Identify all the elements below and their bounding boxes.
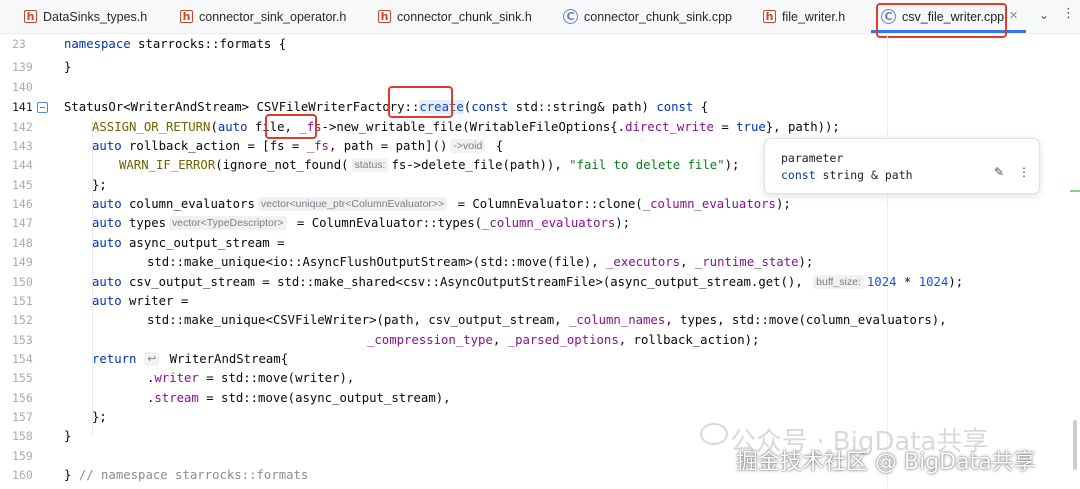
line-number: 157 [12,410,33,424]
code-line-155: .writer = std::move(writer), [147,371,355,385]
line-number: 151 [12,294,33,308]
code-line-143: auto rollback_action = [fs = _fs, path =… [92,139,504,153]
inlay-hint: ↩ [144,352,160,366]
code-line-153: _compression_type, _parsed_options, roll… [367,333,760,347]
code-line-145: }; [92,178,107,192]
code-line-146: auto column_evaluators vector<unique_ptr<… [92,197,791,211]
tab-connector-chunk-sink-cpp[interactable]: C connector_chunk_sink.cpp [563,0,732,33]
line-number: 149 [12,255,33,269]
header-file-icon: h [763,10,776,23]
code-line-157: }; [92,410,107,424]
code-line-151: auto writer = [92,294,189,308]
line-number: 139 [12,60,33,74]
code-line-142: ASSIGN_OR_RETURN(auto file, _fs->new_wri… [92,120,840,134]
popup-title: parameter [781,151,844,165]
tab-datasinks-types-h[interactable]: h DataSinks_types.h [24,0,147,33]
line-number: 147 [12,216,33,230]
more-vertical-icon[interactable]: ⋮ [1062,6,1075,21]
code-line-148: auto async_output_stream = [92,236,285,250]
tab-label: file_writer.h [782,9,846,24]
implementation-gutter-icon[interactable] [37,102,48,113]
code-line-147: auto types vector<TypeDescriptor> = Colum… [92,216,631,230]
line-number: 148 [12,236,33,250]
line-number: 153 [12,333,33,347]
code-line-152: std::make_unique<CSVFileWriter>(path, cs… [147,313,947,327]
inlay-hint: buff_size: [813,275,864,289]
tab-label: connector_chunk_sink.cpp [584,9,733,24]
code-line-154: return ↩ WriterAndStream{ [92,352,289,366]
tab-label: DataSinks_types.h [43,9,148,24]
line-number: 154 [12,352,33,366]
line-number: 144 [12,158,33,172]
more-vertical-icon[interactable]: ⋮ [1018,165,1030,179]
code-line-141: StatusOr<WriterAndStream> CSVFileWriterF… [64,100,709,114]
inlay-hint: vector<TypeDescriptor> [169,216,287,230]
close-icon[interactable]: ✕ [1009,9,1018,22]
header-file-icon: h [24,10,37,23]
inlay-hint: vector<unique_ptr<ColumnEvaluator>> [257,197,448,211]
popup-signature: const string & path [781,168,913,182]
code-line-139: } [64,60,72,74]
tab-connector-sink-operator-h[interactable]: h connector_sink_operator.h [180,0,346,33]
parameter-info-popup: parameter const string & path ✎ ⋮ [764,138,1040,194]
inlay-hint: status: [351,158,389,172]
code-line-158: } [64,429,72,443]
code-line-144: WARN_IF_ERROR(ignore_not_found(status: fs… [119,158,740,172]
header-file-icon: h [378,10,391,23]
line-number: 143 [12,139,33,153]
line-number: 160 [12,468,33,482]
header-file-icon: h [180,10,193,23]
vertical-scrollbar[interactable] [1073,420,1077,470]
code-line-156: .stream = std::move(async_output_stream)… [147,391,451,405]
scrollbar-change-marker [1070,190,1080,192]
tab-label: connector_chunk_sink.h [397,9,532,24]
line-number: 140 [12,80,33,94]
line-number: 155 [12,371,33,385]
line-number: 141 [12,100,33,114]
annotation-box-tab [876,3,1007,38]
line-number: 152 [12,313,33,327]
line-number: 23 [12,37,26,51]
code-line-150: auto csv_output_stream = std::make_share… [92,275,964,289]
line-number: 145 [12,178,33,192]
inlay-hint: ->void [450,139,486,153]
code-line-149: std::make_unique<io::AsyncFlushOutputStr… [147,255,814,269]
line-number: 150 [12,275,33,289]
annotation-box-fs [265,114,317,139]
line-number: 146 [12,197,33,211]
line-number: 158 [12,429,33,443]
tab-label: connector_sink_operator.h [199,9,347,24]
code-line-23: namespace starrocks::formats { [64,37,287,51]
code-line-160: } // namespace starrocks::formats [64,468,309,482]
pencil-icon[interactable]: ✎ [994,165,1004,179]
chevron-down-icon[interactable]: ⌄ [1039,8,1049,22]
tab-file-writer-h[interactable]: h file_writer.h [763,0,845,33]
tab-connector-chunk-sink-h[interactable]: h connector_chunk_sink.h [378,0,532,33]
line-number: 156 [12,391,33,405]
watermark-line-2: 掘金技术社区 @ BigData共享 [736,450,1036,475]
line-number: 142 [12,120,33,134]
annotation-box-create [388,86,453,118]
cpp-file-icon: C [563,9,578,24]
wechat-logo-icon [700,423,728,445]
line-number: 159 [12,449,33,463]
